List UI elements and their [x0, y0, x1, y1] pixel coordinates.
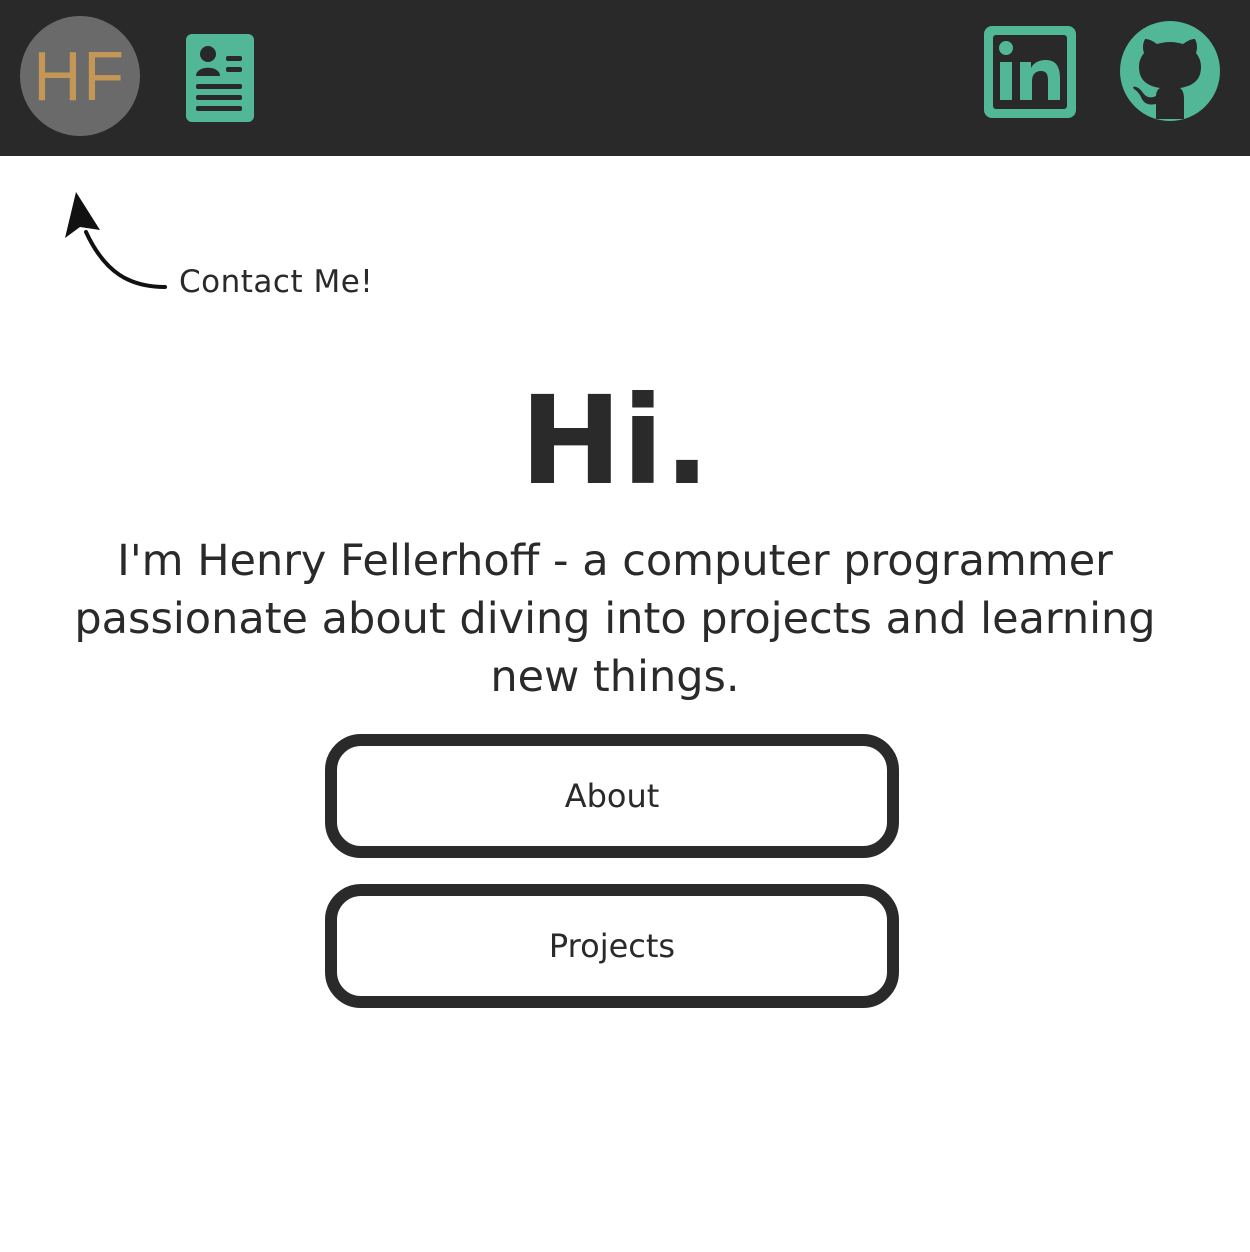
projects-button-label: Projects [548, 927, 676, 965]
hero-title: Hi. [519, 370, 711, 512]
contact-card-icon [186, 34, 254, 122]
top-navbar: HF [0, 0, 1250, 156]
contact-me-hint: Contact Me! [179, 264, 374, 300]
about-button[interactable]: About [325, 734, 899, 858]
hero-intro: I'm Henry Fellerhoff - a computer progra… [74, 536, 1156, 702]
logo-initials: HF [33, 37, 127, 115]
about-button-label: About [564, 777, 660, 815]
linkedin-button[interactable] [984, 26, 1076, 118]
github-icon [1120, 21, 1220, 121]
contact-card-button[interactable] [186, 34, 254, 122]
curved-arrow-icon [65, 192, 167, 289]
hf-logo-button[interactable]: HF [20, 16, 140, 136]
linkedin-icon [984, 26, 1076, 118]
projects-button[interactable]: Projects [325, 884, 899, 1008]
github-button[interactable] [1119, 20, 1221, 122]
